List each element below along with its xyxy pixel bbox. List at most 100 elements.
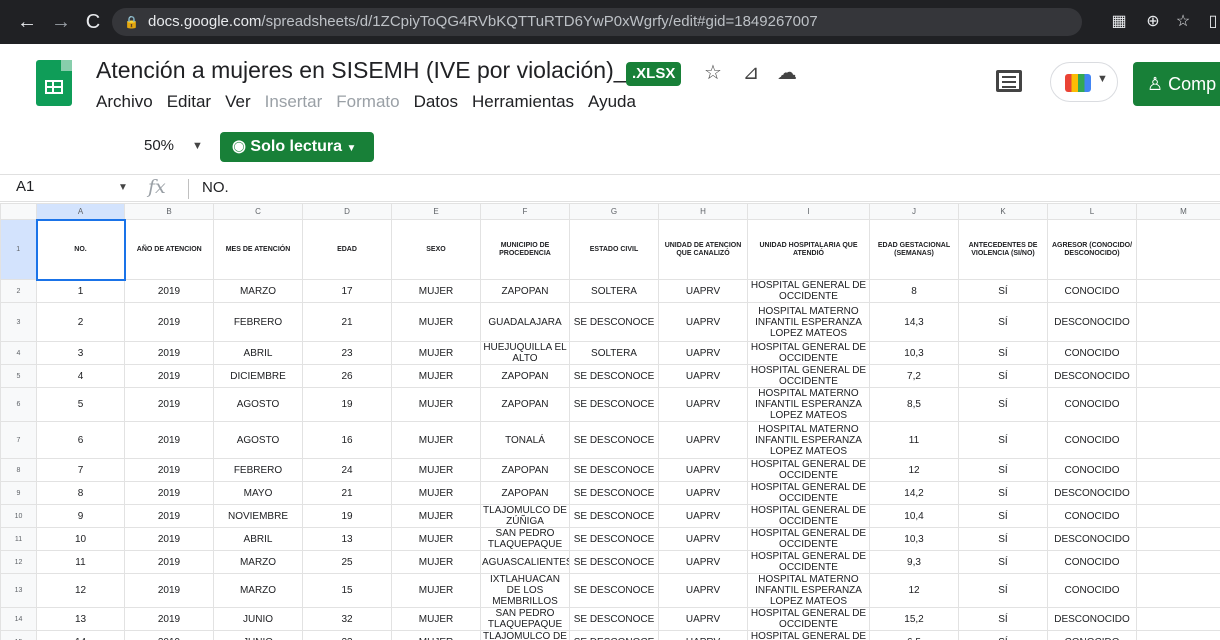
table-cell[interactable]: ZAPOPAN bbox=[480, 481, 570, 505]
table-cell[interactable]: ABRIL bbox=[213, 341, 303, 365]
table-cell[interactable]: MUJER bbox=[391, 302, 481, 342]
table-cell[interactable]: 2019 bbox=[124, 481, 214, 505]
menu-item[interactable]: Ayuda bbox=[588, 92, 636, 111]
table-cell[interactable]: 2019 bbox=[124, 341, 214, 365]
name-box-dropdown-icon[interactable]: ▼ bbox=[118, 182, 128, 193]
table-cell[interactable]: 10,3 bbox=[869, 341, 959, 365]
table-cell[interactable]: UAPRV bbox=[658, 364, 748, 388]
share-button[interactable]: ♙ Comp bbox=[1133, 62, 1220, 106]
table-cell[interactable]: SÍ bbox=[958, 630, 1048, 640]
table-cell[interactable]: CONOCIDO bbox=[1047, 387, 1137, 422]
table-cell[interactable]: 23 bbox=[302, 341, 392, 365]
table-cell[interactable]: IXTLAHUACAN DE LOS MEMBRILLOS bbox=[480, 573, 570, 608]
table-cell[interactable]: SE DESCONOCE bbox=[569, 364, 659, 388]
table-cell[interactable]: ABRIL bbox=[213, 527, 303, 551]
header-cell[interactable]: AGRESOR (CONOCIDO/ DESCONOCIDO) bbox=[1047, 219, 1137, 280]
table-cell[interactable]: SÍ bbox=[958, 458, 1048, 482]
table-cell-empty[interactable] bbox=[1136, 607, 1220, 631]
select-all-corner[interactable] bbox=[0, 203, 37, 220]
move-to-drive-icon[interactable]: ⊿ bbox=[738, 60, 764, 86]
table-cell[interactable]: 12 bbox=[869, 573, 959, 608]
table-cell[interactable]: SÍ bbox=[958, 607, 1048, 631]
table-cell[interactable]: UAPRV bbox=[658, 607, 748, 631]
table-cell[interactable]: JUNIO bbox=[213, 630, 303, 640]
back-icon[interactable]: ← bbox=[14, 9, 40, 35]
table-cell[interactable]: 9,3 bbox=[869, 550, 959, 574]
table-cell[interactable]: SE DESCONOCE bbox=[569, 302, 659, 342]
table-cell[interactable]: TONALÁ bbox=[480, 421, 570, 459]
bookmark-star-icon[interactable]: ☆ bbox=[1170, 9, 1196, 35]
column-header[interactable]: K bbox=[958, 203, 1048, 220]
table-cell[interactable]: CONOCIDO bbox=[1047, 421, 1137, 459]
table-cell[interactable]: ZAPOPAN bbox=[480, 364, 570, 388]
column-header[interactable]: E bbox=[391, 203, 481, 220]
table-cell-empty[interactable] bbox=[1136, 630, 1220, 640]
table-cell[interactable]: 7,2 bbox=[869, 364, 959, 388]
table-cell[interactable]: AGOSTO bbox=[213, 421, 303, 459]
table-cell-empty[interactable] bbox=[1136, 527, 1220, 551]
row-header[interactable]: 5 bbox=[0, 364, 37, 388]
row-header[interactable]: 15 bbox=[0, 630, 37, 640]
table-cell[interactable]: 14 bbox=[36, 630, 125, 640]
header-cell[interactable]: MUNICIPIO DE PROCEDENCIA bbox=[480, 219, 570, 280]
table-cell[interactable]: 25 bbox=[302, 550, 392, 574]
table-cell-empty[interactable] bbox=[1136, 458, 1220, 482]
table-cell[interactable]: MUJER bbox=[391, 630, 481, 640]
table-cell[interactable]: 2019 bbox=[124, 550, 214, 574]
table-cell[interactable]: 23 bbox=[302, 630, 392, 640]
table-cell[interactable]: 8,5 bbox=[869, 387, 959, 422]
table-cell[interactable]: CONOCIDO bbox=[1047, 630, 1137, 640]
table-cell[interactable]: MUJER bbox=[391, 481, 481, 505]
table-cell[interactable]: 17 bbox=[302, 279, 392, 303]
table-cell[interactable]: UAPRV bbox=[658, 279, 748, 303]
column-header[interactable]: C bbox=[213, 203, 303, 220]
table-cell[interactable]: SÍ bbox=[958, 387, 1048, 422]
table-cell[interactable]: MUJER bbox=[391, 573, 481, 608]
table-cell[interactable]: 13 bbox=[302, 527, 392, 551]
table-cell[interactable]: MUJER bbox=[391, 279, 481, 303]
zoom-dropdown-icon[interactable]: ▼ bbox=[192, 140, 203, 152]
spreadsheet-grid[interactable]: A B C D E F G H I J K L M 1 NO. AÑO DE ATENCION MES DE A… bbox=[0, 203, 1220, 640]
table-cell[interactable]: DESCONOCIDO bbox=[1047, 302, 1137, 342]
table-cell[interactable]: ZAPOPAN bbox=[480, 387, 570, 422]
row-header[interactable]: 8 bbox=[0, 458, 37, 482]
meet-button[interactable]: ▼ bbox=[1050, 62, 1118, 102]
address-bar[interactable]: 🔒 docs.google.com/spreadsheets/d/1ZCpiyTo… bbox=[112, 8, 1082, 36]
column-header[interactable]: A bbox=[36, 203, 125, 220]
column-header[interactable]: L bbox=[1047, 203, 1137, 220]
table-cell[interactable]: UAPRV bbox=[658, 458, 748, 482]
table-cell[interactable]: SE DESCONOCE bbox=[569, 421, 659, 459]
table-cell[interactable]: UAPRV bbox=[658, 630, 748, 640]
table-cell[interactable]: 2019 bbox=[124, 421, 214, 459]
view-only-button[interactable]: ◉ Solo lectura ▼ bbox=[220, 132, 374, 162]
table-cell[interactable]: SE DESCONOCE bbox=[569, 481, 659, 505]
table-cell-empty[interactable] bbox=[1136, 279, 1220, 303]
table-cell[interactable]: 13 bbox=[36, 607, 125, 631]
table-cell[interactable]: SÍ bbox=[958, 302, 1048, 342]
table-cell[interactable]: SOLTERA bbox=[569, 279, 659, 303]
table-cell-empty[interactable] bbox=[1136, 364, 1220, 388]
name-box[interactable]: A1 bbox=[16, 178, 34, 195]
table-cell[interactable]: 6,5 bbox=[869, 630, 959, 640]
row-header[interactable]: 11 bbox=[0, 527, 37, 551]
header-cell[interactable]: UNIDAD HOSPITALARIA QUE ATENDIÓ bbox=[747, 219, 870, 280]
menu-item[interactable]: Editar bbox=[167, 92, 211, 111]
table-cell[interactable]: 11 bbox=[869, 421, 959, 459]
table-cell[interactable]: DESCONOCIDO bbox=[1047, 607, 1137, 631]
table-cell[interactable]: 10 bbox=[36, 527, 125, 551]
table-cell[interactable]: UAPRV bbox=[658, 550, 748, 574]
table-cell[interactable]: HOSPITAL GENERAL DE OCCIDENTE bbox=[747, 364, 870, 388]
table-cell[interactable]: 16 bbox=[302, 421, 392, 459]
table-cell[interactable]: 2019 bbox=[124, 302, 214, 342]
table-cell[interactable]: SÍ bbox=[958, 364, 1048, 388]
menu-item[interactable]: Formato bbox=[336, 92, 399, 111]
table-cell[interactable]: HOSPITAL GENERAL DE OCCIDENTE bbox=[747, 458, 870, 482]
table-cell[interactable]: 19 bbox=[302, 504, 392, 528]
table-cell[interactable]: AGOSTO bbox=[213, 387, 303, 422]
table-cell[interactable]: 7 bbox=[36, 458, 125, 482]
table-cell[interactable]: UAPRV bbox=[658, 481, 748, 505]
table-cell[interactable]: DESCONOCIDO bbox=[1047, 481, 1137, 505]
extension-icon-2[interactable]: ▯ bbox=[1200, 9, 1220, 35]
table-cell[interactable]: SAN PEDRO TLAQUEPAQUE bbox=[480, 607, 570, 631]
table-cell[interactable]: 4 bbox=[36, 364, 125, 388]
